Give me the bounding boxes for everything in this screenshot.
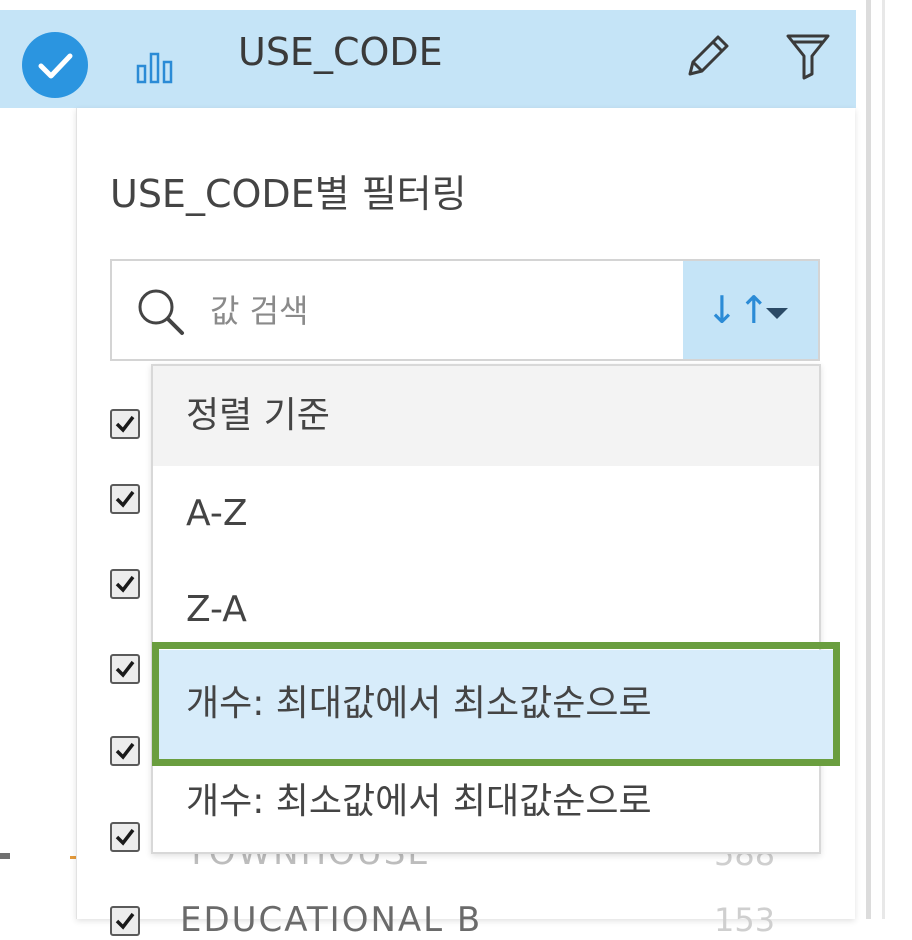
panel-title: USE_CODE별 필터링 [110,172,467,216]
scrollbar-line-secondary [882,0,885,919]
list-checkbox[interactable] [110,654,140,684]
scrollbar-track[interactable] [856,0,912,919]
sort-option-count-desc[interactable]: 개수: 최대값에서 최소값순으로 [186,680,652,728]
pencil-icon[interactable] [682,30,734,82]
sort-arrows-icon: ↓↑ [706,288,770,332]
bar-chart-icon [136,52,173,84]
list-checkbox[interactable] [110,569,140,599]
sort-menu-header: 정렬 기준 [186,395,330,436]
list-item-label: EDUCATIONAL B [180,900,483,940]
chevron-down-icon [766,308,788,319]
list-checkbox[interactable] [110,822,140,852]
search-icon [138,289,184,335]
check-icon[interactable] [22,32,88,98]
list-item-count: 153 [714,901,776,939]
field-title: USE_CODE [238,30,443,74]
list-checkbox[interactable] [110,484,140,514]
list-checkbox[interactable] [110,409,140,439]
list-checkbox[interactable] [110,736,140,766]
sort-option-z-a[interactable]: Z-A [186,586,247,634]
sort-option-count-asc[interactable]: 개수: 최소값에서 최대값순으로 [186,778,652,826]
list-checkbox[interactable] [110,906,140,936]
search-input[interactable] [210,288,670,334]
sort-option-a-z[interactable]: A-Z [186,490,248,538]
scrollbar-line [866,0,871,919]
filter-icon[interactable] [782,30,834,82]
edge-marker [0,853,10,859]
